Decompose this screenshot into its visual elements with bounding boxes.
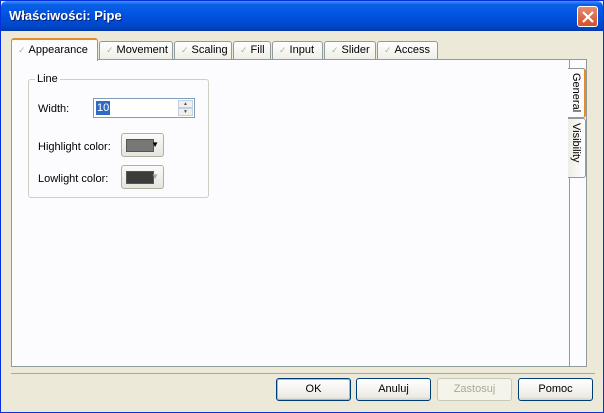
width-value[interactable]: 10 bbox=[96, 101, 111, 115]
tab-label: Movement bbox=[116, 44, 168, 56]
width-spinbox[interactable]: 10 ▲ ▼ bbox=[93, 98, 195, 118]
close-icon bbox=[582, 11, 594, 23]
width-label: Width: bbox=[38, 103, 70, 115]
check-icon: ✓ bbox=[106, 45, 114, 55]
lowlight-color-button[interactable]: ▼ bbox=[121, 165, 164, 189]
tab-movement[interactable]: ✓ Movement bbox=[99, 41, 173, 60]
close-button[interactable] bbox=[577, 6, 598, 27]
dropdown-arrow-icon: ▼ bbox=[151, 172, 159, 181]
check-icon: ✓ bbox=[331, 45, 339, 55]
highlight-color-label: Highlight color: bbox=[38, 141, 111, 153]
highlight-color-button[interactable]: ▼ bbox=[121, 133, 164, 157]
width-spin-buttons: ▲ ▼ bbox=[178, 100, 193, 116]
tab-label: Appearance bbox=[28, 44, 88, 56]
tab-fill[interactable]: ✓ Fill bbox=[233, 41, 271, 60]
lowlight-color-swatch bbox=[126, 171, 154, 184]
tab-panel: Line Width: 10 ▲ ▼ Highlight color: ▼ Lo… bbox=[11, 59, 587, 367]
cancel-button[interactable]: Anuluj bbox=[356, 378, 431, 401]
ok-button[interactable]: OK bbox=[276, 378, 351, 401]
lowlight-color-label: Lowlight color: bbox=[38, 173, 109, 185]
spin-down-button[interactable]: ▼ bbox=[178, 108, 193, 116]
side-tab-general[interactable]: General bbox=[568, 68, 586, 118]
check-icon: ✓ bbox=[181, 45, 189, 55]
side-tab-label: Visibility bbox=[570, 123, 582, 163]
side-tab-label: General bbox=[570, 73, 582, 113]
line-group-title: Line bbox=[35, 73, 60, 85]
tab-label: Scaling bbox=[191, 44, 228, 56]
tab-appearance[interactable]: ✓ Appearance bbox=[11, 38, 98, 61]
check-icon: ✓ bbox=[240, 45, 248, 55]
side-tab-visibility[interactable]: Visibility bbox=[568, 118, 586, 178]
tab-slider[interactable]: ✓ Slider bbox=[324, 41, 376, 60]
spin-up-button[interactable]: ▲ bbox=[178, 100, 193, 108]
dropdown-arrow-icon: ▼ bbox=[151, 140, 159, 149]
tab-label: Access bbox=[394, 44, 431, 56]
check-icon: ✓ bbox=[279, 45, 287, 55]
general-panel: Line Width: 10 ▲ ▼ Highlight color: ▼ Lo… bbox=[12, 60, 570, 366]
title-bar[interactable]: Właściwości: Pipe bbox=[1, 1, 603, 31]
tab-access[interactable]: ✓ Access bbox=[377, 41, 438, 60]
check-icon: ✓ bbox=[18, 45, 26, 55]
apply-button[interactable]: Zastosuj bbox=[437, 378, 512, 401]
line-group: Line Width: 10 ▲ ▼ Highlight color: ▼ Lo… bbox=[28, 73, 209, 198]
tab-label: Slider bbox=[341, 44, 370, 56]
window-title: Właściwości: Pipe bbox=[9, 8, 122, 23]
tab-label: Fill bbox=[250, 44, 265, 56]
help-button[interactable]: Pomoc bbox=[518, 378, 593, 401]
tab-input[interactable]: ✓ Input bbox=[272, 41, 323, 60]
bottom-separator bbox=[11, 373, 595, 374]
tab-label: Input bbox=[289, 44, 315, 56]
highlight-color-swatch bbox=[126, 139, 154, 152]
properties-dialog: Właściwości: Pipe ✓ Appearance ✓ Movement … bbox=[0, 0, 604, 413]
tab-scaling[interactable]: ✓ Scaling bbox=[174, 41, 232, 60]
check-icon: ✓ bbox=[384, 45, 392, 55]
